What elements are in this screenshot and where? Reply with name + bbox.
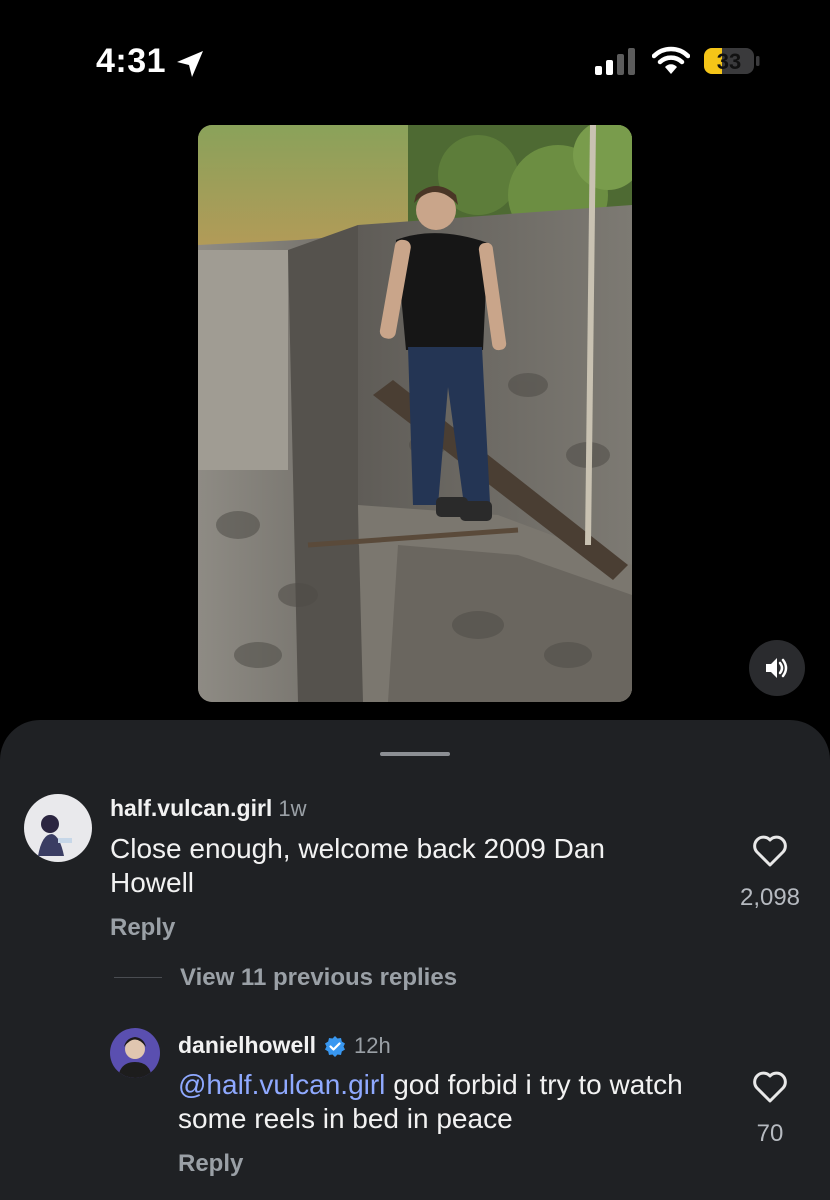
sheet-grabber[interactable] bbox=[380, 752, 450, 756]
reel-video[interactable] bbox=[198, 125, 632, 702]
battery-icon: 33 bbox=[704, 48, 760, 74]
reply-button[interactable]: Reply bbox=[178, 1150, 243, 1178]
avatar[interactable] bbox=[110, 1028, 160, 1078]
comments-sheet: half.vulcan.girl 1w Close enough, welcom… bbox=[0, 720, 830, 1200]
avatar-image bbox=[24, 794, 92, 862]
video-frame bbox=[198, 125, 632, 702]
speaker-icon bbox=[766, 658, 788, 678]
battery-level: 33 bbox=[717, 49, 741, 74]
like-heart-icon[interactable] bbox=[752, 1070, 788, 1104]
like-count: 2,098 bbox=[739, 884, 801, 911]
status-time: 4:31 bbox=[96, 42, 167, 80]
cellular-signal-icon bbox=[595, 48, 635, 75]
location-arrow-icon bbox=[177, 51, 203, 77]
verified-badge-icon bbox=[325, 1035, 346, 1057]
mention-link[interactable]: @half.vulcan.girl bbox=[178, 1069, 385, 1100]
view-previous-replies-button[interactable]: View 11 previous replies bbox=[180, 964, 457, 992]
comment-time: 1w bbox=[278, 796, 307, 821]
avatar-image bbox=[110, 1028, 160, 1078]
sound-toggle-button[interactable] bbox=[749, 640, 805, 696]
like-heart-icon[interactable] bbox=[752, 834, 788, 868]
comment-username[interactable]: half.vulcan.girl bbox=[110, 795, 272, 822]
comment-username[interactable]: danielhowell bbox=[178, 1032, 316, 1059]
avatar[interactable] bbox=[24, 794, 92, 862]
comment-time: 12h bbox=[354, 1032, 391, 1058]
comment-header: half.vulcan.girl 1w bbox=[110, 795, 306, 822]
reply-button[interactable]: Reply bbox=[110, 914, 175, 942]
replies-divider bbox=[114, 977, 162, 978]
like-count: 70 bbox=[756, 1120, 784, 1147]
comment-header: danielhowell 12h bbox=[178, 1032, 391, 1059]
wifi-icon bbox=[652, 46, 690, 74]
comment-text: Close enough, welcome back 2009 Dan Howe… bbox=[110, 833, 605, 898]
comment-text: @half.vulcan.girl god forbid i try to wa… bbox=[178, 1068, 698, 1136]
